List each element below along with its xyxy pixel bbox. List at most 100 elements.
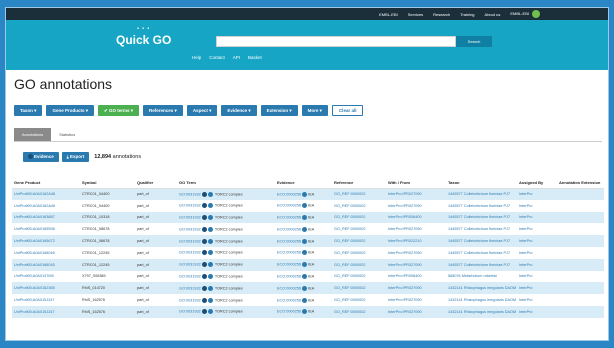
eco-link[interactable]: ECO:0000256 [277, 286, 301, 290]
topbar-item-training[interactable]: Training [460, 12, 474, 17]
taxon-link[interactable]: 1445577 Colletotrichum fioriniae PJ7 [446, 223, 517, 236]
info-icon[interactable] [207, 273, 213, 279]
info-icon[interactable] [302, 226, 308, 232]
col-assigned-by[interactable]: Assigned By [517, 177, 557, 189]
go-id-link[interactable]: GO:0031932 [179, 204, 201, 208]
eco-link[interactable]: ECO:0000256 [277, 227, 301, 231]
eco-link[interactable]: ECO:0000256 [277, 274, 301, 278]
col-evidence[interactable]: Evidence [275, 177, 332, 189]
eco-link[interactable]: ECO:0000256 [277, 298, 301, 302]
col-symbol[interactable]: Symbol [80, 177, 135, 189]
gene-product-link[interactable]: UniProtKB:A0A015J247 [12, 294, 80, 306]
eco-link[interactable]: ECO:0000256 [277, 263, 301, 267]
taxon-link[interactable]: 1432141 Rhizophagus irregularis DAOM 197… [446, 282, 517, 295]
gene-product-link[interactable]: UniProtKB:A0A0162A46 [12, 199, 80, 212]
filter-taxon-button[interactable]: Taxon ▾ [14, 105, 43, 116]
go-id-link[interactable]: GO:0031932 [179, 286, 201, 290]
gene-product-link[interactable]: UniProtKB:A0A0165598 [12, 223, 80, 236]
clear-all-button[interactable]: Clear all [331, 105, 364, 116]
gene-product-link[interactable]: UniProtKB:A0A0162365 [12, 282, 80, 295]
nav-api[interactable]: API [233, 55, 240, 60]
topbar-item-research[interactable]: Research [433, 12, 450, 17]
with-from-link[interactable]: InterPro:IPR027090 [386, 294, 446, 306]
filter-extension-button[interactable]: Extension ▾ [260, 105, 298, 116]
gene-product-link[interactable]: UniProtKB:A0A015J247 [12, 305, 80, 318]
assigned-by-link[interactable]: InterPro [517, 223, 557, 236]
with-from-link[interactable]: InterPro:IPR027090 [386, 246, 446, 259]
gene-product-link[interactable]: UniProtKB:A0A0162A46 [12, 188, 80, 200]
taxon-link[interactable]: 1432141 Rhizophagus irregularis DAOM 197… [446, 305, 517, 318]
reference-link[interactable]: GO_REF:0000002 [332, 294, 386, 306]
info-icon[interactable] [207, 285, 213, 291]
eco-link[interactable]: ECO:0000256 [277, 310, 301, 314]
info-icon[interactable] [302, 273, 308, 279]
filter-aspect-button[interactable]: Aspect ▾ [186, 105, 218, 116]
filter-go-terms-button[interactable]: ✔ GO terms ▾ [97, 105, 140, 116]
with-from-link[interactable]: InterPro:IPR027090 [386, 258, 446, 271]
assigned-by-link[interactable]: InterPro [517, 199, 557, 212]
col-qualifier[interactable]: Qualifier [135, 177, 177, 189]
gene-product-link[interactable]: UniProtKB:A0A0147M5 [12, 270, 80, 283]
export-button[interactable]: ⤓ Export [61, 152, 90, 162]
go-id-link[interactable]: GO:0031932 [179, 310, 201, 314]
assigned-by-link[interactable]: InterPro [517, 235, 557, 247]
reference-link[interactable]: GO_REF:0000002 [332, 305, 386, 318]
info-icon[interactable] [207, 214, 213, 220]
info-icon[interactable] [302, 285, 308, 291]
go-id-link[interactable]: GO:0031932 [179, 274, 201, 278]
taxon-link[interactable]: 1445577 Colletotrichum fioriniae PJ7 [446, 235, 517, 247]
tab-statistics[interactable]: Statistics [51, 128, 83, 141]
go-id-link[interactable]: GO:0031932 [179, 215, 201, 219]
taxon-link[interactable]: 1445577 Colletotrichum fioriniae PJ7 [446, 246, 517, 259]
taxon-link[interactable]: 1432141 Rhizophagus irregularis DAOM 197… [446, 294, 517, 306]
reference-link[interactable]: GO_REF:0000002 [332, 235, 386, 247]
info-icon[interactable] [302, 191, 308, 197]
taxon-link[interactable]: 1445577 Colletotrichum fioriniae PJ7 [446, 258, 517, 271]
search-input[interactable] [216, 36, 456, 47]
col-with-from[interactable]: With / From [386, 177, 446, 189]
assigned-by-link[interactable]: InterPro [517, 211, 557, 224]
assigned-by-link[interactable]: InterPro [517, 294, 557, 306]
info-icon[interactable] [302, 214, 308, 220]
taxon-link[interactable]: 568076 Metarhizium robertsii [446, 270, 517, 283]
nav-help[interactable]: Help [192, 55, 201, 60]
eco-link[interactable]: ECO:0000256 [277, 192, 301, 196]
taxon-link[interactable]: 1445577 Colletotrichum fioriniae PJ7 [446, 199, 517, 212]
eco-link[interactable]: ECO:0000256 [277, 239, 301, 243]
with-from-link[interactable]: InterPro:IPR008400 [386, 211, 446, 224]
info-icon[interactable] [207, 203, 213, 209]
go-id-link[interactable]: GO:0031932 [179, 263, 201, 267]
info-icon[interactable] [207, 191, 213, 197]
reference-link[interactable]: GO_REF:0000002 [332, 246, 386, 259]
nav-basket[interactable]: Basket [248, 55, 262, 60]
gene-product-link[interactable]: UniProtKB:A0A0168046 [12, 246, 80, 259]
info-icon[interactable] [207, 262, 213, 268]
evidence-button[interactable]: Evidence [23, 152, 59, 162]
info-icon[interactable] [302, 309, 308, 315]
info-icon[interactable] [207, 297, 213, 303]
reference-link[interactable]: GO_REF:0000002 [332, 270, 386, 283]
go-id-link[interactable]: GO:0031932 [179, 227, 201, 231]
with-from-link[interactable]: InterPro:IPR027090 [386, 305, 446, 318]
quickgo-logo[interactable]: • • • Quick GO [116, 24, 171, 46]
col-annotation-extension[interactable]: Annotation Extension [557, 177, 604, 189]
assigned-by-link[interactable]: InterPro [517, 258, 557, 271]
filter-more-button[interactable]: More ▾ [301, 105, 328, 116]
reference-link[interactable]: GO_REF:0000002 [332, 188, 386, 200]
assigned-by-link[interactable]: InterPro [517, 188, 557, 200]
with-from-link[interactable]: InterPro:IPR027090 [386, 188, 446, 200]
gene-product-link[interactable]: UniProtKB:A0A0168045 [12, 258, 80, 271]
eco-link[interactable]: ECO:0000256 [277, 204, 301, 208]
info-icon[interactable] [302, 262, 308, 268]
col-go-term[interactable]: GO Term [177, 177, 275, 189]
assigned-by-link[interactable]: InterPro [517, 282, 557, 295]
filter-gene-products-button[interactable]: Gene Products ▾ [46, 105, 94, 116]
taxon-link[interactable]: 1445577 Colletotrichum fioriniae PJ7 [446, 188, 517, 200]
with-from-link[interactable]: InterPro:IPR027090 [386, 223, 446, 236]
with-from-link[interactable]: InterPro:IPR027090 [386, 199, 446, 212]
info-icon[interactable] [207, 250, 213, 256]
reference-link[interactable]: GO_REF:0000002 [332, 211, 386, 224]
with-from-link[interactable]: InterPro:IPR027090 [386, 282, 446, 295]
col-gene-product[interactable]: Gene Product [12, 177, 80, 189]
reference-link[interactable]: GO_REF:0000002 [332, 223, 386, 236]
